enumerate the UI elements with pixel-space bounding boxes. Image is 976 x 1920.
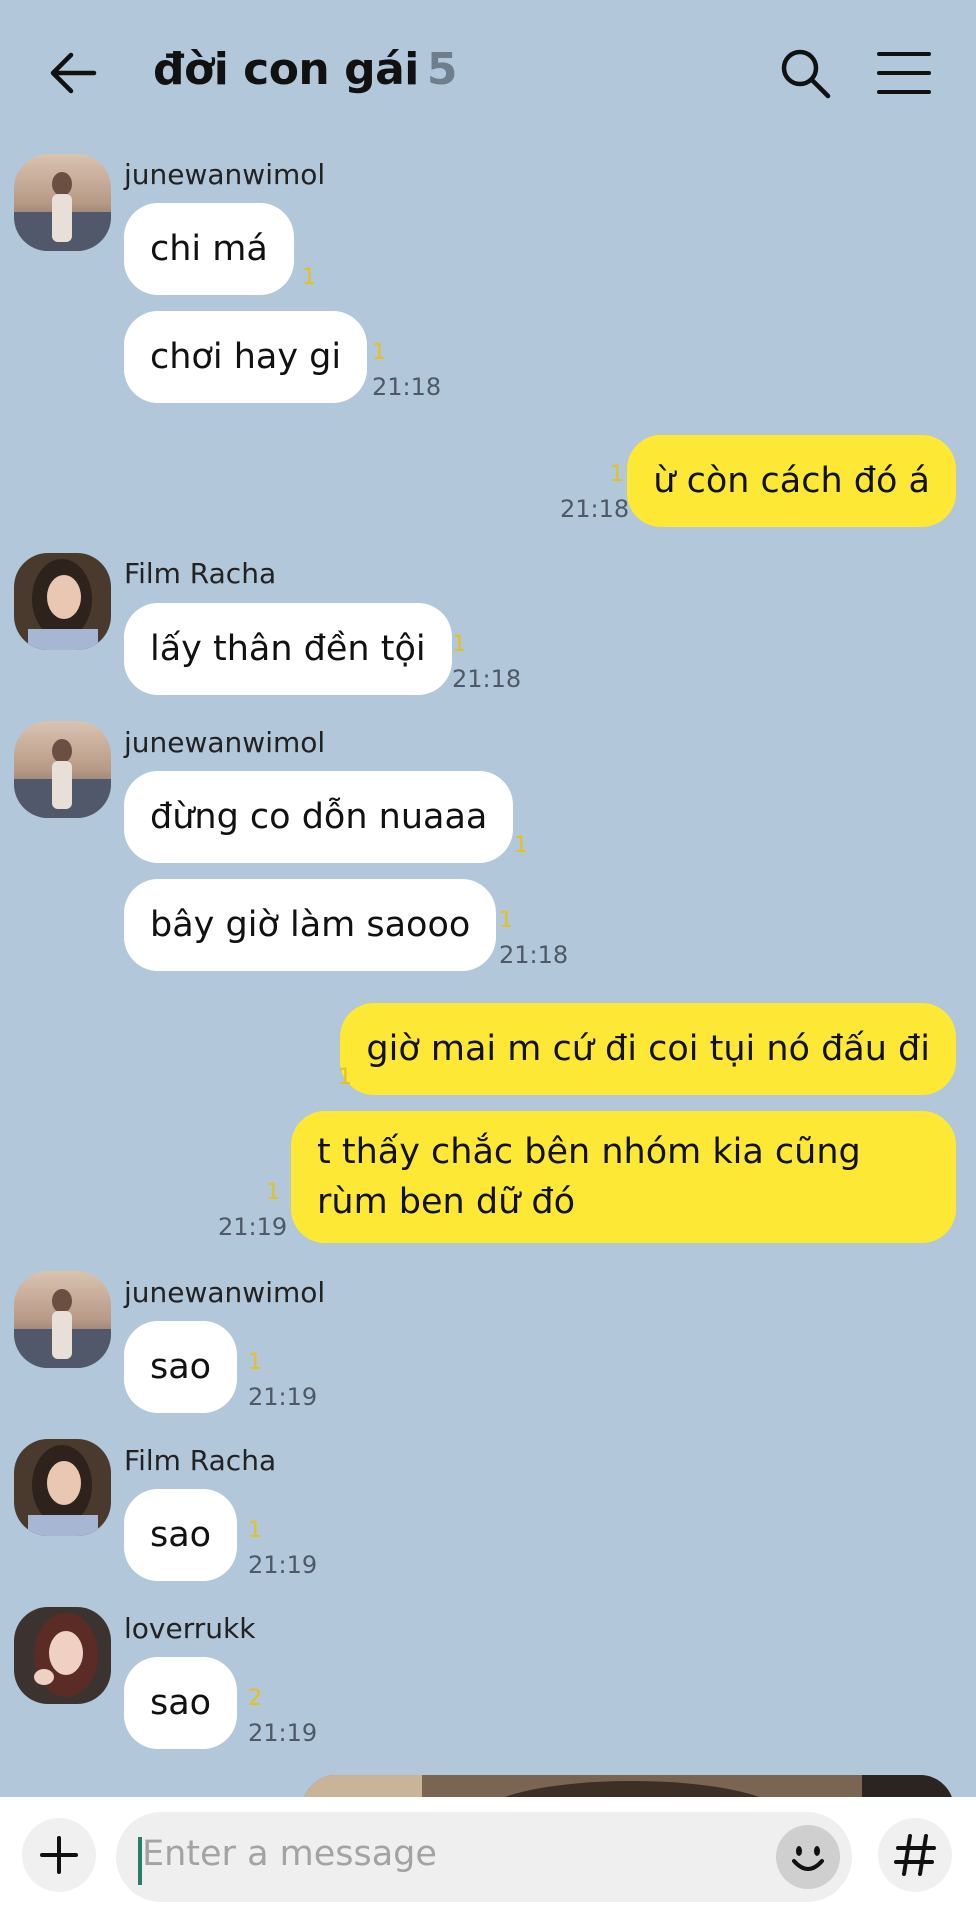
sender-name: junewanwimol [124,726,326,759]
emoji-button[interactable] [776,1825,840,1889]
unread-count: 1 [372,340,386,365]
search-button[interactable] [776,44,834,102]
message-bubble[interactable]: sao [124,1489,238,1581]
hamburger-menu-icon [877,52,931,94]
chat-name: đời con gái [153,44,419,95]
sender-name: junewanwimol [124,1276,326,1309]
unread-count: 2 [248,1686,262,1711]
unread-count: 1 [338,1065,352,1090]
message-bubble[interactable]: sao [124,1321,238,1413]
member-count: 5 [426,44,458,95]
unread-count: 1 [302,265,316,290]
unread-count: 1 [248,1350,262,1375]
sender-name: junewanwimol [124,158,326,191]
message-bubble[interactable]: chi má [124,203,294,295]
message-bubble[interactable]: lấy thân đền tội [124,603,452,695]
message-input[interactable]: Enter a message [116,1812,852,1902]
message-input-bar: Enter a message [0,1797,976,1920]
message-bubble[interactable]: sao [124,1657,238,1749]
hashtag-button[interactable] [878,1818,952,1892]
sender-name: Film Racha [124,557,277,590]
avatar[interactable] [14,154,111,251]
sender-name: Film Racha [124,1444,277,1477]
message-bubble[interactable]: chơi hay gi [124,311,368,403]
message-time: 21:19 [218,1213,288,1241]
message-bubble[interactable]: đừng co dỗn nuaaa [124,771,514,863]
back-button[interactable] [44,44,102,102]
plus-icon [40,1836,78,1874]
chat-title: đời con gái 5 [153,44,457,95]
message-bubble[interactable]: bây giờ làm saooo [124,879,497,971]
hash-icon [894,1834,936,1876]
message-bubble[interactable]: ừ còn cách đó á [627,435,956,527]
chat-header: đời con gái 5 [0,0,976,145]
message-bubble[interactable]: t thấy chắc bên nhóm kia cũng rùm ben dữ… [291,1111,956,1243]
unread-count: 1 [610,462,624,487]
unread-count: 1 [248,1518,262,1543]
avatar[interactable] [14,553,111,650]
message-time: 21:18 [452,665,522,693]
menu-button[interactable] [876,48,932,98]
message-bubble[interactable]: giờ mai m cứ đi coi tụi nó đấu đi [340,1003,956,1095]
message-time: 21:19 [248,1383,318,1411]
avatar[interactable] [14,1271,111,1368]
message-time: 21:18 [560,495,630,523]
unread-count: 1 [266,1180,280,1205]
avatar[interactable] [14,721,111,818]
message-time: 21:19 [248,1719,318,1747]
message-input-placeholder: Enter a message [142,1834,437,1874]
chat-screen: đời con gái 5 junewanwimol chi má 1 chơi … [0,0,976,1920]
message-time: 21:18 [372,373,442,401]
emoji-icon [792,1846,824,1871]
unread-count: 1 [499,908,513,933]
attach-button[interactable] [22,1818,96,1892]
message-time: 21:18 [499,941,569,969]
message-time: 21:19 [248,1551,318,1579]
avatar[interactable] [14,1607,111,1704]
unread-count: 1 [452,632,466,657]
search-icon [781,49,831,99]
arrow-left-icon [50,52,97,94]
unread-count: 1 [514,833,528,858]
sender-name: loverrukk [124,1612,256,1645]
avatar[interactable] [14,1439,111,1536]
